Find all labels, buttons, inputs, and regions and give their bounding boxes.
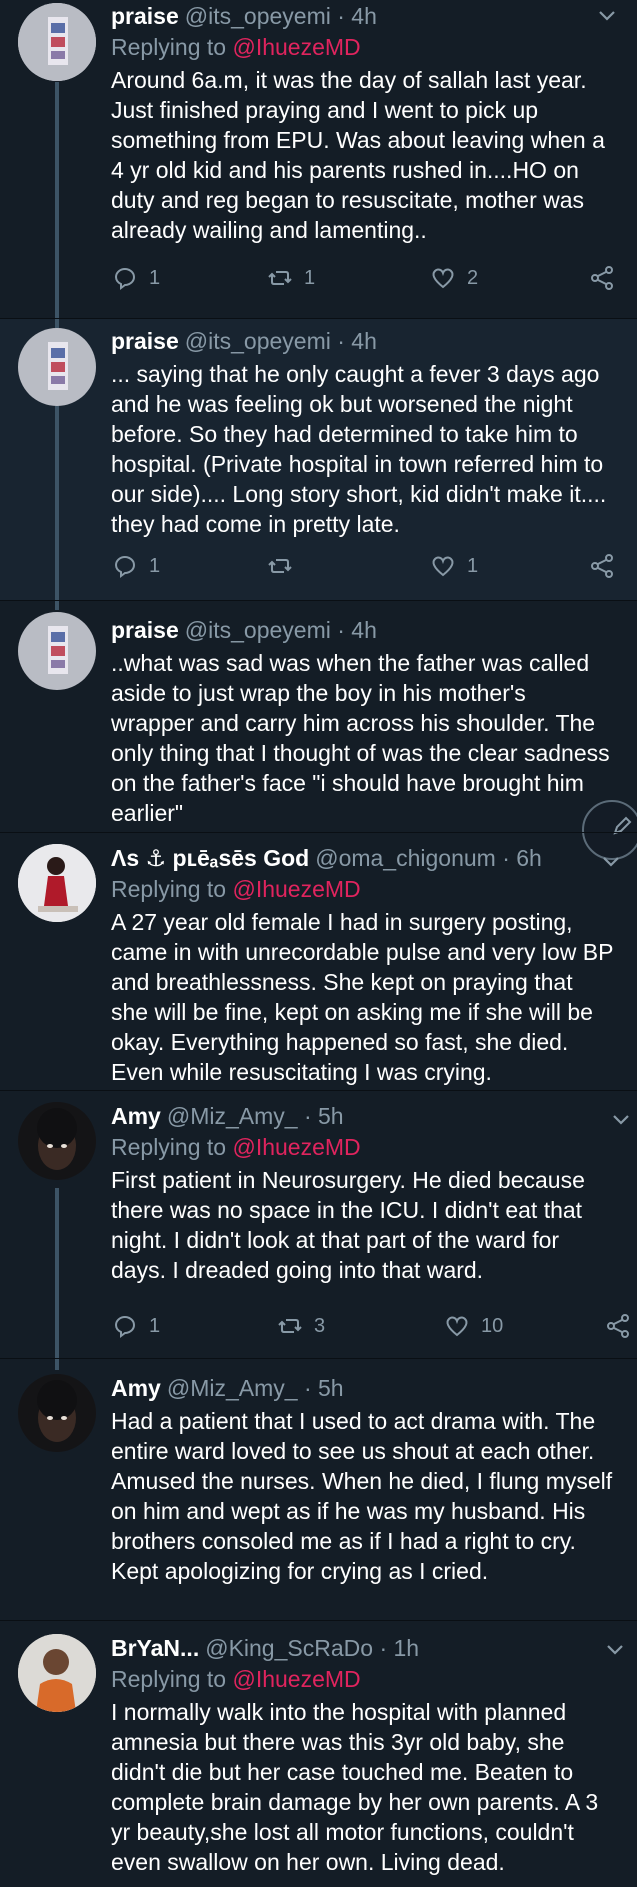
avatar[interactable]	[18, 3, 96, 81]
retweet-icon	[278, 1319, 302, 1333]
chevron-down-icon[interactable]	[610, 1108, 632, 1130]
reply-icon	[114, 556, 135, 578]
handle[interactable]: @its_opeyemi	[185, 328, 331, 354]
tweet-text: First patient in Neurosurgery. He died b…	[111, 1167, 585, 1283]
tweet-text: I normally walk into the hospital with p…	[111, 1699, 599, 1875]
retweet-button[interactable]	[266, 550, 304, 582]
timestamp[interactable]: · 4h	[337, 617, 377, 643]
share-button[interactable]	[589, 262, 617, 294]
replying-to: Replying to @IhuezeMD	[111, 1134, 361, 1160]
heart-icon	[446, 1316, 468, 1337]
handle[interactable]: @its_opeyemi	[185, 3, 331, 29]
replying-to: Replying to @IhuezeMD	[111, 876, 361, 902]
tweet[interactable]: Amy @Miz_Amy_ · 5h Replying to @IhuezeMD …	[0, 1090, 637, 1358]
retweet-button[interactable]: 1	[266, 262, 315, 294]
handle[interactable]: @Miz_Amy_	[167, 1375, 298, 1401]
tweet[interactable]: praise @its_opeyemi · 4h ... saying that …	[0, 318, 637, 600]
display-name[interactable]: praise	[111, 617, 179, 643]
mention-link[interactable]: @IhuezeMD	[232, 1134, 360, 1160]
like-button[interactable]: 1	[429, 550, 478, 582]
avatar[interactable]	[18, 612, 96, 690]
avatar[interactable]	[18, 1634, 96, 1712]
avatar[interactable]	[18, 844, 96, 922]
reply-button[interactable]: 1	[111, 550, 160, 582]
like-button[interactable]: 2	[429, 262, 478, 294]
display-name[interactable]: Amy	[111, 1103, 161, 1129]
display-name[interactable]: praise	[111, 328, 179, 354]
tweet-text: Had a patient that I used to act drama w…	[111, 1408, 613, 1584]
avatar[interactable]	[18, 1374, 96, 1452]
timestamp[interactable]: · 4h	[337, 3, 377, 29]
tweet[interactable]: BrYaN... @King_ScRaDo · 1h Replying to @I…	[0, 1620, 637, 1887]
share-button[interactable]	[605, 1310, 633, 1342]
tweet[interactable]: praise @its_opeyemi · 4h ..what was sad w…	[0, 600, 637, 832]
replying-to: Replying to @IhuezeMD	[111, 1666, 361, 1692]
tweet[interactable]: praise @its_opeyemi · 4h Replying to @Ihu…	[0, 0, 637, 318]
share-icon	[607, 1314, 629, 1338]
like-button[interactable]: 10	[443, 1310, 503, 1342]
display-name[interactable]: praise	[111, 3, 179, 29]
mention-link[interactable]: @IhuezeMD	[232, 876, 360, 902]
timestamp[interactable]: · 1h	[379, 1635, 419, 1661]
avatar[interactable]	[18, 328, 96, 406]
display-name[interactable]: Λs ⚓ pʟēₐsēs God	[111, 845, 309, 871]
avatar[interactable]	[18, 1102, 96, 1180]
retweet-button[interactable]: 3	[276, 1310, 325, 1342]
tweet-text: ..what was sad was when the father was c…	[111, 650, 610, 826]
reply-button[interactable]: 1	[111, 1310, 160, 1342]
timestamp[interactable]: · 5h	[304, 1375, 344, 1401]
display-name[interactable]: Amy	[111, 1375, 161, 1401]
replying-to: Replying to @IhuezeMD	[111, 34, 361, 60]
heart-icon	[432, 556, 454, 577]
handle[interactable]: @oma_chigonum	[315, 845, 496, 871]
share-icon	[591, 266, 613, 290]
reply-icon	[114, 1316, 135, 1338]
reply-icon	[114, 268, 135, 290]
handle[interactable]: @its_opeyemi	[185, 617, 331, 643]
retweet-icon	[268, 559, 292, 573]
retweet-icon	[268, 271, 292, 285]
mention-link[interactable]: @IhuezeMD	[232, 34, 360, 60]
share-button[interactable]	[589, 550, 617, 582]
handle[interactable]: @King_ScRaDo	[205, 1635, 373, 1661]
reply-button[interactable]: 1	[111, 262, 160, 294]
tweet-text: ... saying that he only caught a fever 3…	[111, 361, 607, 537]
tweet-text: Around 6a.m, it was the day of sallah la…	[111, 67, 605, 243]
tweet[interactable]: Λs ⚓ pʟēₐsēs God @oma_chigonum · 6h Reply…	[0, 832, 637, 1090]
timestamp[interactable]: · 4h	[337, 328, 377, 354]
chevron-down-icon[interactable]	[596, 4, 618, 26]
handle[interactable]: @Miz_Amy_	[167, 1103, 298, 1129]
chevron-down-icon[interactable]	[600, 850, 622, 872]
tweet[interactable]: Amy @Miz_Amy_ · 5h Had a patient that I u…	[0, 1358, 637, 1620]
heart-icon	[432, 268, 454, 289]
timestamp[interactable]: · 5h	[304, 1103, 344, 1129]
tweet-text: A 27 year old female I had in surgery po…	[111, 909, 614, 1085]
chevron-down-icon[interactable]	[604, 1638, 626, 1660]
mention-link[interactable]: @IhuezeMD	[232, 1666, 360, 1692]
display-name[interactable]: BrYaN...	[111, 1635, 199, 1661]
timestamp[interactable]: · 6h	[502, 845, 542, 871]
share-icon	[591, 554, 613, 578]
